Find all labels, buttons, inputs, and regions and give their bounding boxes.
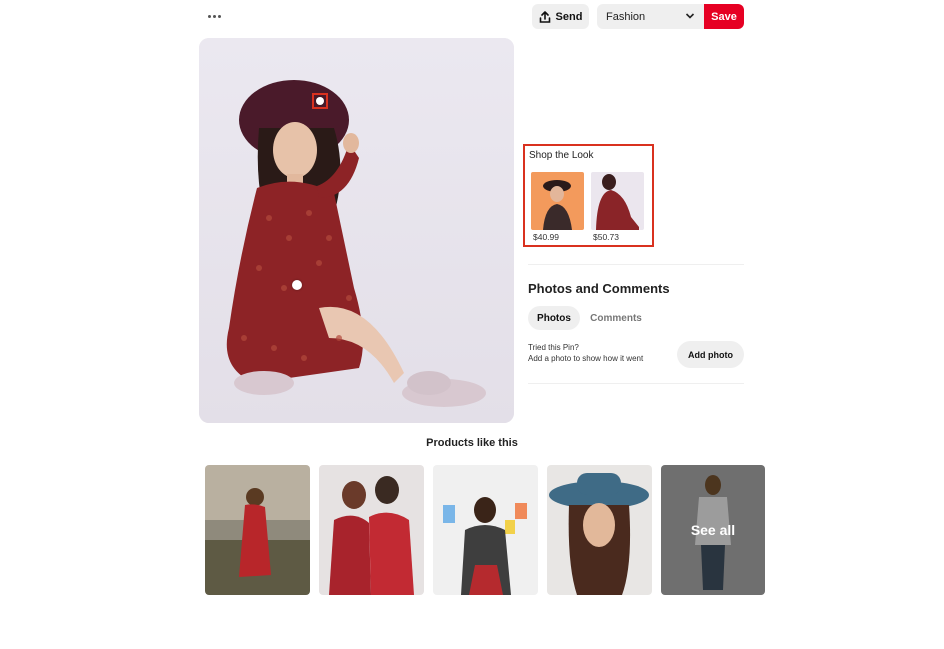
product-thumbnail [531,172,584,230]
shop-the-look-title: Shop the Look [529,150,594,161]
product-image [433,465,538,595]
tab-comments[interactable]: Comments [585,306,647,330]
tab-photos[interactable]: Photos [528,306,580,330]
products-like-this-title: Products like this [426,437,518,449]
product-thumbnail [591,172,644,230]
save-label: Save [711,10,737,23]
pin-photo [199,38,514,423]
send-button[interactable]: Send [532,4,589,29]
share-upload-icon [539,10,550,23]
board-select[interactable]: Fashion [597,4,704,29]
pin-main-image[interactable] [199,38,514,423]
divider [528,383,744,384]
shop-item[interactable]: $50.73 [591,172,644,242]
save-button[interactable]: Save [704,4,744,29]
tried-pin-hint: Add a photo to show how it went [528,354,644,363]
tried-pin-prompt: Tried this Pin? Add a photo to show how … [528,342,643,364]
product-image [319,465,424,595]
product-price: $50.73 [593,232,619,242]
see-all-label: See all [661,465,765,595]
more-options-button[interactable] [204,8,224,24]
chevron-down-icon [685,13,695,19]
ellipsis-icon [207,14,211,18]
photos-comments-title: Photos and Comments [528,281,670,296]
send-label: Send [555,10,583,23]
hotspot-dot[interactable] [316,97,324,105]
selected-hotspot[interactable] [312,93,328,109]
product-image [205,465,310,595]
similar-product-card[interactable] [205,465,310,595]
similar-product-card[interactable] [547,465,652,595]
similar-product-card[interactable] [319,465,424,595]
shop-the-look-panel: Shop the Look $40.99 $50.73 [523,144,654,247]
add-photo-button[interactable]: Add photo [677,341,744,368]
tried-pin-question: Tried this Pin? [528,343,579,352]
shop-item[interactable]: $40.99 [531,172,584,242]
divider [528,264,744,265]
product-price: $40.99 [533,232,559,242]
product-image [547,465,652,595]
similar-product-card[interactable] [433,465,538,595]
hotspot-dot[interactable] [292,280,302,290]
board-select-value: Fashion [606,10,646,23]
see-all-card[interactable]: See all [661,465,765,595]
